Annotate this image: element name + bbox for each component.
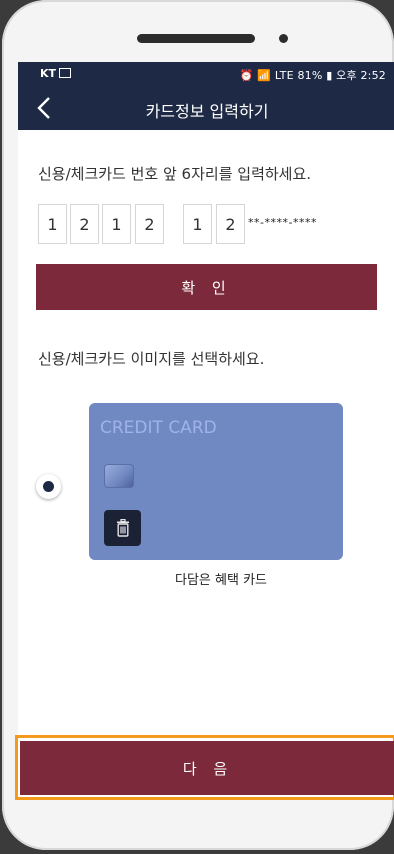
front-camera <box>279 34 288 43</box>
screen: KT ⏰ 📶 LTE 81% ▮ 오후 2:52 카드정보 입력하기 신용/체크… <box>18 62 394 797</box>
carrier-label: KT <box>40 67 72 80</box>
status-indicators: ⏰ 📶 LTE 81% ▮ 오후 2:52 <box>239 69 386 82</box>
credit-card-image[interactable]: CREDIT CARD <box>89 403 343 560</box>
digit-box-1[interactable]: 1 <box>38 204 67 244</box>
next-button[interactable]: 다 음 <box>20 741 394 795</box>
digit-box-5[interactable]: 1 <box>183 204 212 244</box>
digit-box-3[interactable]: 1 <box>102 204 131 244</box>
digit-box-4[interactable]: 2 <box>135 204 164 244</box>
card-label: CREDIT CARD <box>100 418 217 438</box>
delete-card-button[interactable] <box>104 510 141 546</box>
radio-selected-dot <box>43 481 54 492</box>
phone-frame: KT ⏰ 📶 LTE 81% ▮ 오후 2:52 카드정보 입력하기 신용/체크… <box>2 0 394 850</box>
digit-box-2[interactable]: 2 <box>70 204 99 244</box>
card-name: 다담은 혜택 카드 <box>175 573 267 588</box>
status-bar: KT ⏰ 📶 LTE 81% ▮ 오후 2:52 <box>18 62 394 86</box>
digit-box-6[interactable]: 2 <box>216 204 245 244</box>
page-title: 카드정보 입력하기 <box>145 102 269 121</box>
card-select-radio[interactable] <box>36 474 61 499</box>
card-number-instruction: 신용/체크카드 번호 앞 6자리를 입력하세요. <box>38 165 312 183</box>
carrier-text: KT <box>40 67 57 80</box>
confirm-button[interactable]: 확 인 <box>36 264 377 310</box>
speaker-grille <box>137 34 255 43</box>
trash-icon <box>116 519 129 537</box>
app-bar: 카드정보 입력하기 <box>18 86 394 130</box>
carrier-square-icon <box>59 68 72 78</box>
card-image-instruction: 신용/체크카드 이미지를 선택하세요. <box>38 350 265 368</box>
card-chip-icon <box>104 464 134 488</box>
masked-card-number: **-****-**** <box>248 216 317 229</box>
